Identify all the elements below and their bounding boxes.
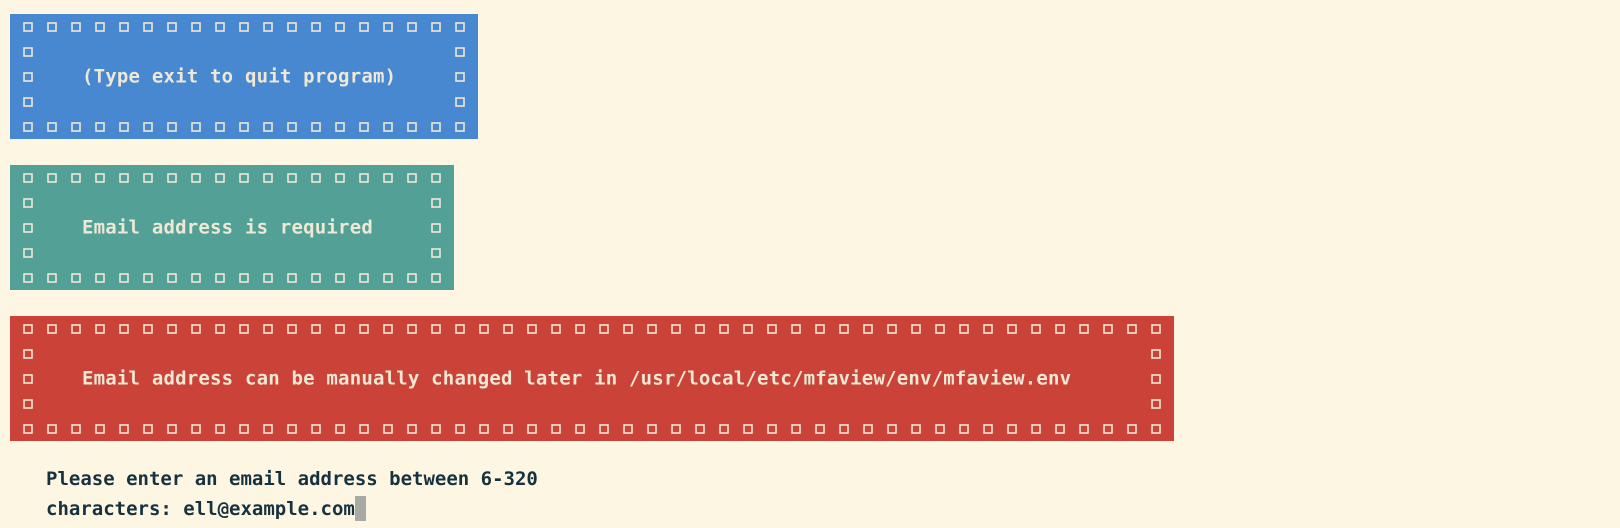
email-prompt-label: characters: [46,498,184,520]
email-prompt-line2[interactable]: characters: ell@example.com [46,496,366,521]
exit-hint-banner: (Type exit to quit program) [10,14,478,139]
change-notice-text: Email address can be manually changed la… [82,367,1072,390]
text-cursor [354,496,366,521]
email-prompt-line1: Please enter an email address between 6-… [46,468,538,490]
exit-hint-text: (Type exit to quit program) [82,65,397,88]
required-notice-text: Email address is required [82,216,373,239]
change-notice-banner: Email address can be manually changed la… [10,316,1174,441]
email-input-value[interactable]: ell@example.com [183,498,355,520]
required-notice-banner: Email address is required [10,165,454,290]
